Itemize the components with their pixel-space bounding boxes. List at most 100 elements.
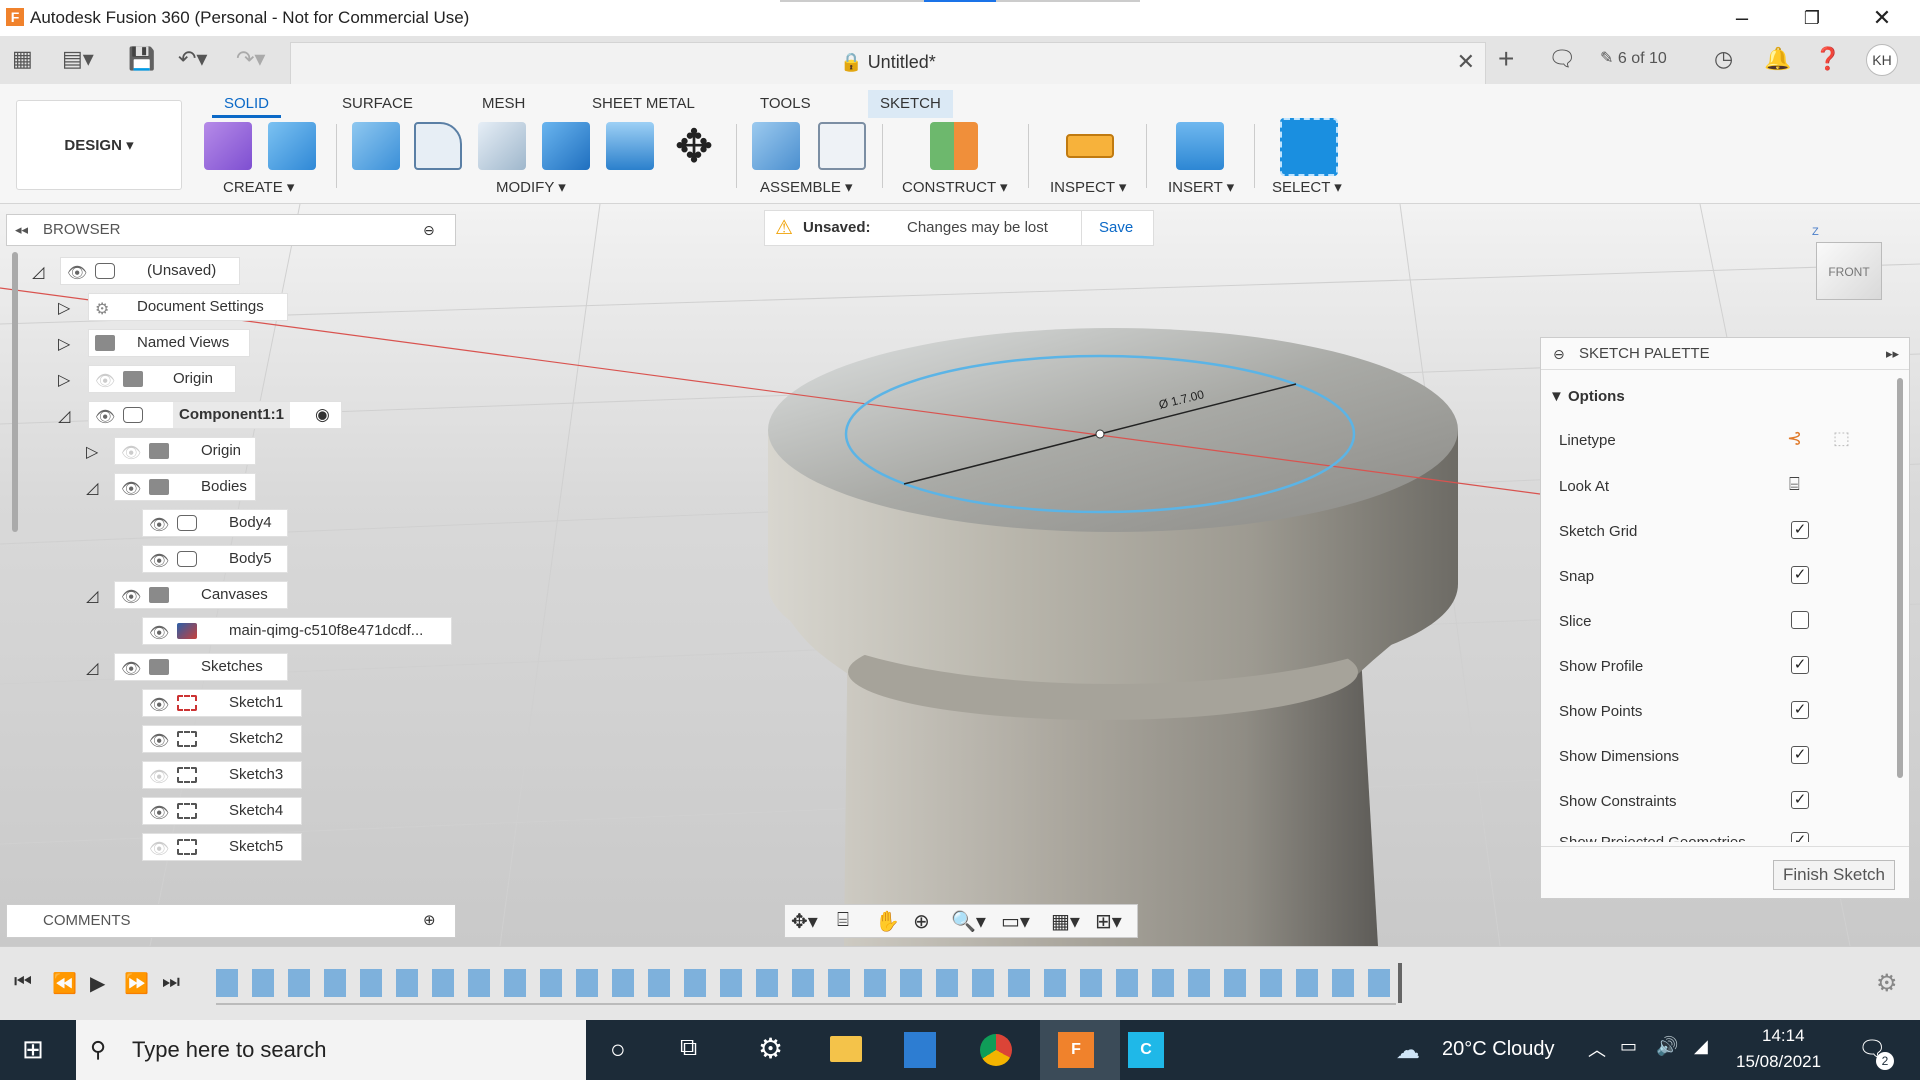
- collapsed-triangle-icon[interactable]: ▷: [58, 370, 70, 390]
- ccleaner-icon[interactable]: C: [1128, 1032, 1164, 1068]
- tree-sketches[interactable]: 👁 Sketches: [114, 653, 288, 681]
- timeline-features[interactable]: [216, 969, 1396, 997]
- tree-component-origin[interactable]: 👁 Origin: [114, 437, 256, 465]
- tree-canvas-image[interactable]: 👁 main-qimg-c510f8e471dcdf...: [142, 617, 452, 645]
- settings-gear-icon[interactable]: ⚙: [758, 1032, 783, 1065]
- fit-zoom-icon[interactable]: 🔍▾: [951, 909, 986, 934]
- task-view-icon[interactable]: ⧉: [680, 1034, 697, 1062]
- network-icon[interactable]: ◢: [1694, 1036, 1708, 1057]
- tree-sketch5[interactable]: 👁 Sketch5: [142, 833, 302, 861]
- timeline-play-icon[interactable]: ▶: [90, 971, 105, 996]
- visibility-eye-icon[interactable]: 👁: [67, 261, 87, 287]
- visibility-eye-icon[interactable]: 👁: [121, 477, 141, 503]
- visibility-eye-icon[interactable]: 👁: [149, 693, 169, 719]
- expanded-triangle-icon[interactable]: ◿: [32, 262, 44, 282]
- centerline-linetype-icon[interactable]: ⬚: [1833, 428, 1850, 449]
- visibility-eye-off-icon[interactable]: 👁: [149, 765, 169, 791]
- comments-header[interactable]: COMMENTS ⊕: [6, 904, 456, 938]
- select-icon[interactable]: [1280, 118, 1338, 176]
- press-pull-icon[interactable]: [352, 122, 400, 170]
- undo-icon[interactable]: ↶▾: [178, 44, 207, 74]
- save-icon[interactable]: 💾: [128, 44, 155, 74]
- volume-icon[interactable]: 🔊: [1656, 1036, 1678, 1057]
- group-select[interactable]: SELECT ▾: [1272, 178, 1342, 196]
- clock-date[interactable]: 15/08/2021: [1736, 1052, 1821, 1072]
- taskbar-search[interactable]: ⚲ Type here to search: [76, 1020, 586, 1080]
- timeline-next-icon[interactable]: ⏩: [124, 971, 149, 996]
- collapsed-triangle-icon[interactable]: ▷: [58, 334, 70, 354]
- group-insert[interactable]: INSERT ▾: [1168, 178, 1234, 196]
- browser-scrollbar[interactable]: [12, 252, 18, 532]
- tree-sketch2[interactable]: 👁 Sketch2: [142, 725, 302, 753]
- tab-sketch[interactable]: SKETCH: [868, 90, 953, 118]
- expanded-triangle-icon[interactable]: ◿: [86, 586, 98, 606]
- visibility-eye-off-icon[interactable]: 👁: [95, 369, 115, 395]
- viewcube[interactable]: FRONT: [1816, 242, 1882, 300]
- fusion-taskbar-icon[interactable]: F: [1058, 1032, 1094, 1068]
- expanded-triangle-icon[interactable]: ◿: [58, 406, 70, 426]
- tree-body4[interactable]: 👁 Body4: [142, 509, 288, 537]
- notifications-bell-icon[interactable]: 🔔: [1764, 44, 1791, 74]
- collapsed-triangle-icon[interactable]: ▷: [86, 442, 98, 462]
- windows-start-icon[interactable]: ⊞: [22, 1034, 44, 1065]
- add-comment-icon[interactable]: ⊕: [423, 905, 436, 937]
- tree-component1[interactable]: 👁 Component1:1 ◉: [88, 401, 342, 429]
- visibility-eye-icon[interactable]: 👁: [149, 729, 169, 755]
- tab-sheet-metal[interactable]: SHEET METAL: [580, 90, 707, 118]
- data-panel-grid-icon[interactable]: ▦: [12, 44, 33, 74]
- tab-surface[interactable]: SURFACE: [330, 90, 425, 118]
- show-profile-checkbox[interactable]: ✓: [1791, 656, 1809, 674]
- extrude-icon[interactable]: [268, 122, 316, 170]
- version-indicator[interactable]: ✎ 6 of 10: [1600, 44, 1667, 74]
- weather-text[interactable]: 20°C Cloudy: [1442, 1038, 1555, 1061]
- insert-canvas-icon[interactable]: [1176, 122, 1224, 170]
- expanded-triangle-icon[interactable]: ◿: [86, 658, 98, 678]
- new-component-icon[interactable]: [752, 122, 800, 170]
- collapsed-triangle-icon[interactable]: ▷: [58, 298, 70, 318]
- tree-origin[interactable]: 👁 Origin: [88, 365, 236, 393]
- tab-mesh[interactable]: MESH: [470, 90, 537, 118]
- create-form-icon[interactable]: [204, 122, 252, 170]
- slice-checkbox[interactable]: [1791, 611, 1809, 629]
- snap-checkbox[interactable]: ✓: [1791, 566, 1809, 584]
- battery-icon[interactable]: ▭: [1620, 1036, 1637, 1057]
- visibility-eye-off-icon[interactable]: 👁: [149, 837, 169, 863]
- browser-header[interactable]: ◂◂ BROWSER ⊖: [6, 214, 456, 246]
- visibility-eye-icon[interactable]: 👁: [149, 621, 169, 647]
- show-constraints-checkbox[interactable]: ✓: [1791, 791, 1809, 809]
- group-inspect[interactable]: INSPECT ▾: [1050, 178, 1126, 196]
- tree-root-unsaved[interactable]: 👁 (Unsaved): [60, 257, 240, 285]
- tree-canvases[interactable]: 👁 Canvases: [114, 581, 288, 609]
- group-modify[interactable]: MODIFY ▾: [496, 178, 566, 196]
- palette-scrollbar[interactable]: [1897, 378, 1903, 778]
- job-status-icon[interactable]: 🗨: [1548, 44, 1576, 74]
- center-point[interactable]: [1095, 429, 1105, 439]
- zoom-icon[interactable]: ⊕: [913, 909, 930, 934]
- pan-hand-icon[interactable]: ✋: [875, 909, 900, 934]
- new-tab-plus-icon[interactable]: +: [1498, 44, 1514, 74]
- clock-time[interactable]: 14:14: [1762, 1026, 1805, 1046]
- look-at-nav-icon[interactable]: ⌸: [837, 909, 849, 932]
- file-explorer-icon[interactable]: [830, 1036, 862, 1062]
- redo-icon[interactable]: ↷▾: [236, 44, 265, 74]
- user-avatar[interactable]: KH: [1866, 44, 1898, 76]
- options-section[interactable]: ▼ Options: [1549, 388, 1625, 405]
- close-window-button[interactable]: ✕: [1852, 4, 1912, 32]
- sketch-grid-checkbox[interactable]: ✓: [1791, 521, 1809, 539]
- palette-minimize-icon[interactable]: ⊖: [1553, 338, 1565, 370]
- visibility-eye-icon[interactable]: 👁: [121, 585, 141, 611]
- cortana-icon[interactable]: ○: [610, 1034, 626, 1065]
- timeline-start-icon[interactable]: ⏮: [14, 971, 32, 994]
- measure-icon[interactable]: [1066, 134, 1114, 158]
- palette-expand-icon[interactable]: ▸▸: [1886, 338, 1899, 370]
- timeline-settings-gear-icon[interactable]: ⚙: [1876, 969, 1898, 998]
- tray-chevron-icon[interactable]: ︿: [1588, 1036, 1606, 1062]
- chrome-icon[interactable]: [980, 1034, 1012, 1066]
- show-points-checkbox[interactable]: ✓: [1791, 701, 1809, 719]
- expanded-triangle-icon[interactable]: ◿: [86, 478, 98, 498]
- collapse-browser-icon[interactable]: ◂◂: [15, 215, 28, 245]
- tree-bodies[interactable]: 👁 Bodies: [114, 473, 256, 501]
- group-assemble[interactable]: ASSEMBLE ▾: [760, 178, 853, 196]
- show-dimensions-checkbox[interactable]: ✓: [1791, 746, 1809, 764]
- look-at-icon[interactable]: ⌸: [1789, 474, 1800, 495]
